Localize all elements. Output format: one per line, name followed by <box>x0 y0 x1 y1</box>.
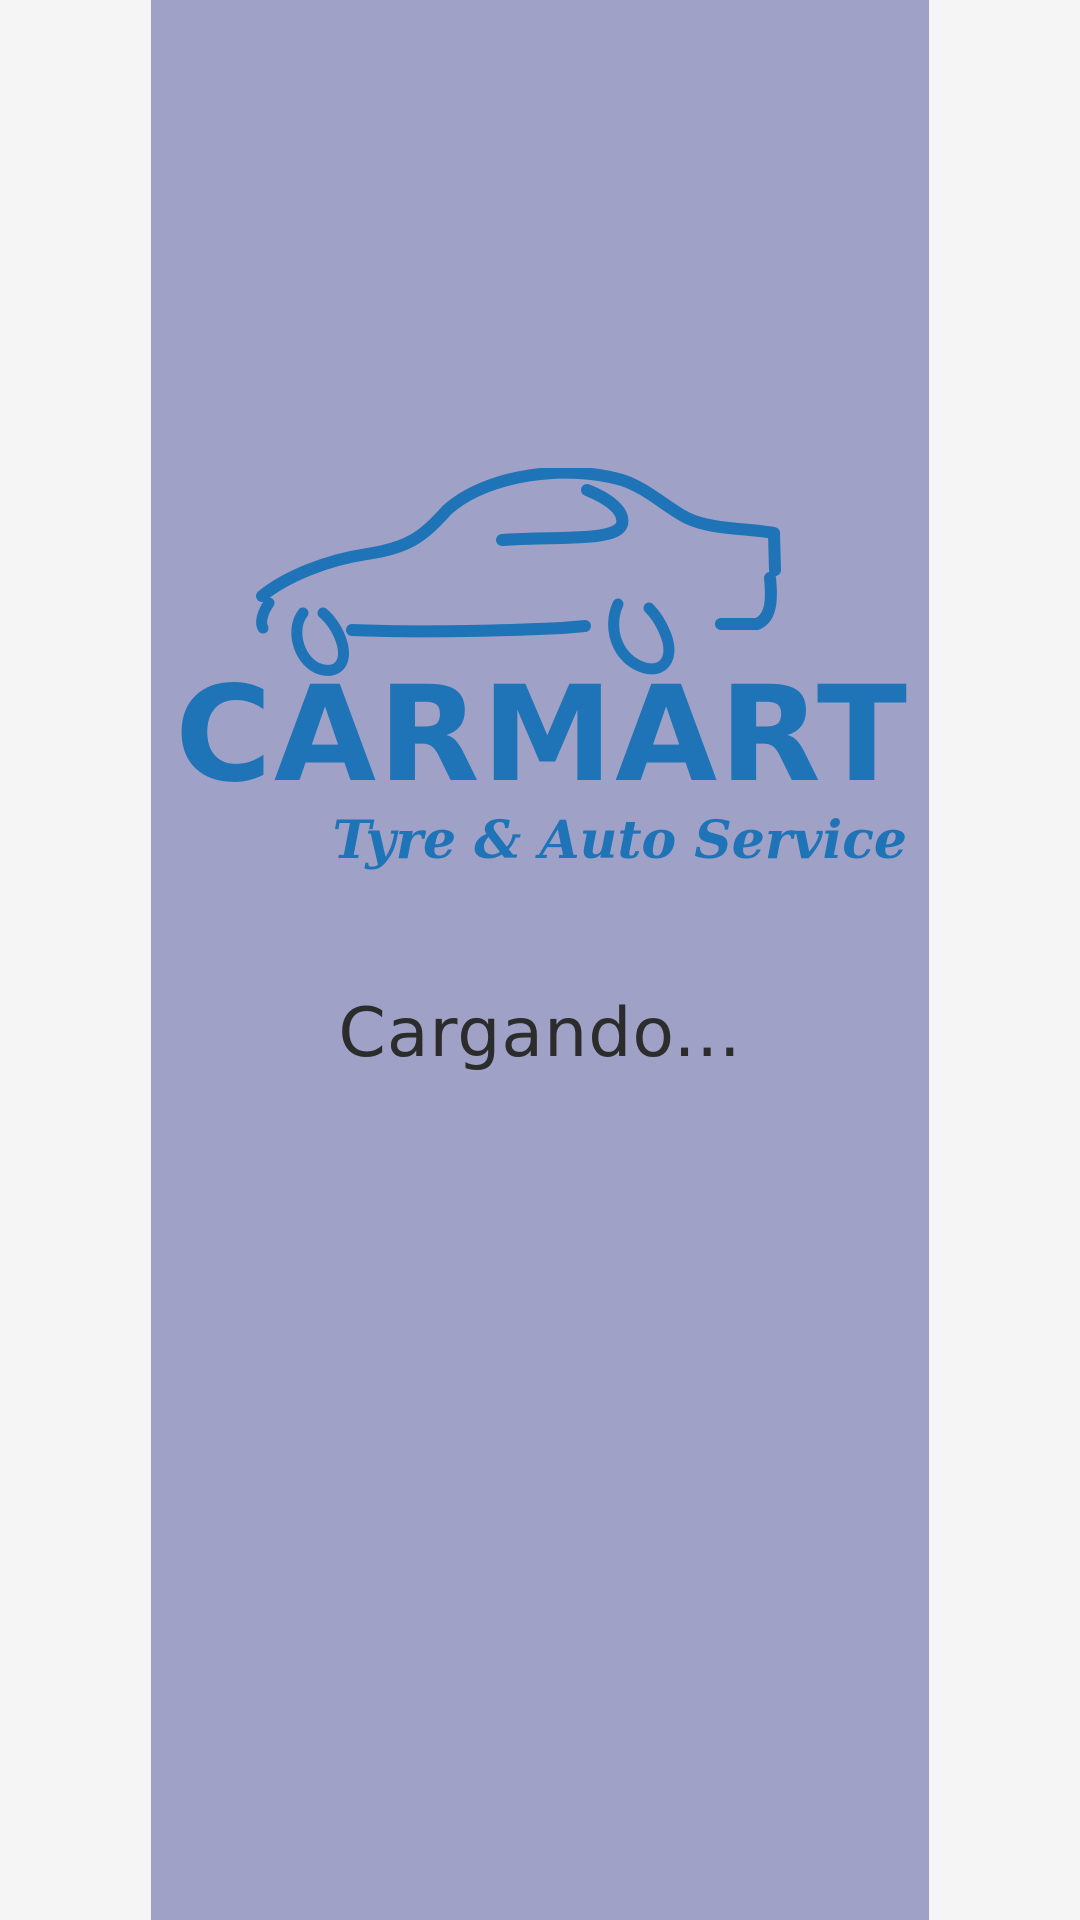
loading-label: Cargando... <box>338 994 742 1073</box>
logo-graphic: CARMART Tyre & Auto Service <box>175 468 909 871</box>
brand-name: CARMART <box>175 658 909 812</box>
brand-tagline: Tyre & Auto Service <box>332 810 907 871</box>
car-silhouette-icon <box>256 468 781 638</box>
page: CARMART Tyre & Auto Service Cargando... <box>0 0 1080 1920</box>
splash-screen: CARMART Tyre & Auto Service Cargando... <box>151 0 929 1920</box>
carmart-logo: CARMART Tyre & Auto Service <box>167 468 917 898</box>
